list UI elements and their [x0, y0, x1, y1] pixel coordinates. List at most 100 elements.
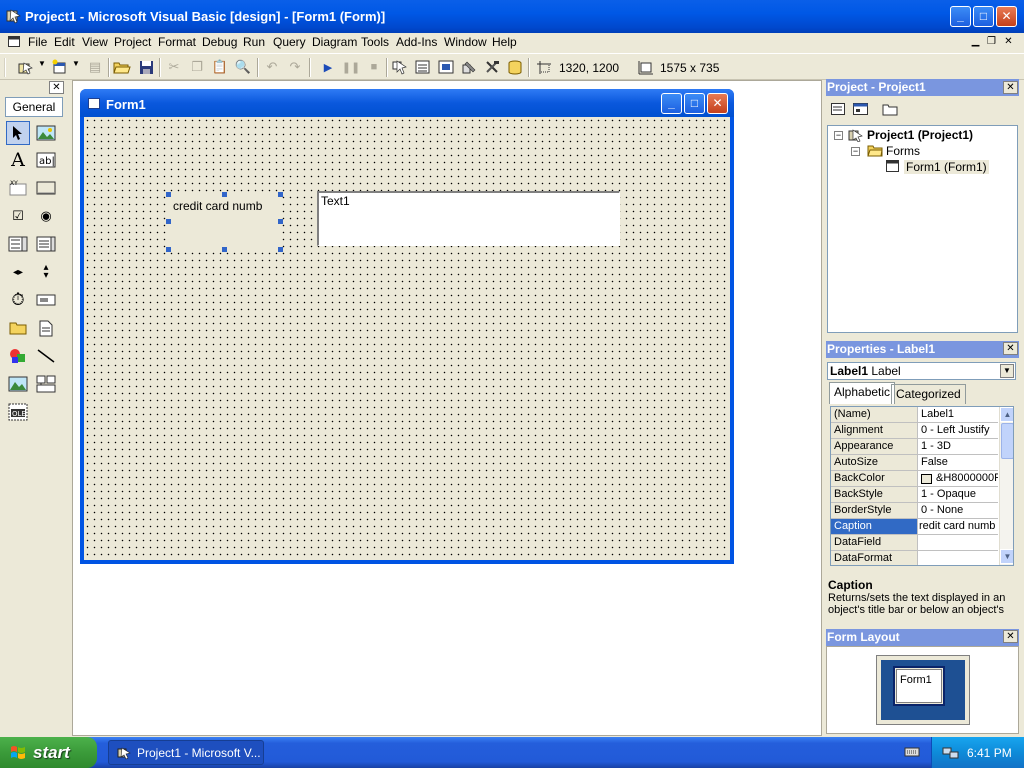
tree-item-form1[interactable]: Form1 (Form1)	[904, 160, 989, 174]
resize-handle[interactable]	[166, 219, 171, 224]
properties-panel-close-icon[interactable]: ✕	[1003, 342, 1018, 355]
add-project-icon[interactable]	[17, 58, 37, 76]
view-object-icon[interactable]	[850, 100, 870, 118]
resize-handle[interactable]	[166, 247, 171, 252]
property-row[interactable]: BorderStyle 0 - None	[831, 503, 998, 519]
resize-handle[interactable]	[278, 219, 283, 224]
form-title-bar[interactable]: Form1 _ □ ✕	[80, 89, 734, 117]
form-layout-icon[interactable]	[436, 58, 456, 76]
save-project-icon[interactable]	[136, 58, 156, 76]
timer-tool-icon[interactable]: ⏱	[6, 288, 30, 312]
toolbox-close-icon[interactable]: ✕	[49, 81, 64, 94]
resize-handle[interactable]	[222, 192, 227, 197]
redo-icon[interactable]: ↷	[285, 58, 305, 76]
form-layout-close-icon[interactable]: ✕	[1003, 630, 1018, 643]
break-icon[interactable]: ❚❚	[341, 58, 361, 76]
drivelistbox-tool-icon[interactable]	[34, 288, 58, 312]
resize-handle[interactable]	[278, 247, 283, 252]
property-row[interactable]: Alignment 0 - Left Justify	[831, 423, 998, 439]
property-row-selected[interactable]: Caption redit card numb	[831, 519, 998, 535]
shape-tool-icon[interactable]	[6, 344, 30, 368]
dropdown-arrow-icon[interactable]: ▼	[72, 59, 80, 68]
menu-edit[interactable]: Edit	[54, 35, 75, 49]
paste-icon[interactable]: 📋	[210, 58, 230, 76]
keyboard-icon[interactable]	[904, 745, 920, 759]
ole-tool-icon[interactable]: OLE	[6, 400, 30, 424]
view-code-icon[interactable]	[828, 100, 848, 118]
taskbar-item-vb[interactable]: Project1 - Microsoft V...	[108, 740, 264, 765]
data-view-icon[interactable]	[505, 58, 525, 76]
textbox-tool-icon[interactable]: ab|	[34, 148, 58, 172]
mdi-close-button[interactable]: ✕	[1001, 35, 1016, 49]
copy-icon[interactable]: ❐	[187, 58, 207, 76]
tree-item-forms[interactable]: Forms	[886, 144, 920, 158]
add-form-icon[interactable]	[50, 58, 70, 76]
network-icon[interactable]	[942, 745, 959, 760]
menu-project[interactable]: Project	[114, 35, 151, 49]
menu-editor-icon[interactable]: ▤	[85, 58, 105, 76]
property-row[interactable]: BackColor &H8000000F	[831, 471, 998, 487]
property-row[interactable]: Appearance 1 - 3D	[831, 439, 998, 455]
project-explorer-icon[interactable]	[390, 58, 410, 76]
toolbox-icon[interactable]	[482, 58, 502, 76]
dirlistbox-tool-icon[interactable]	[6, 316, 30, 340]
start-icon[interactable]: ▶	[318, 58, 338, 76]
line-tool-icon[interactable]	[34, 344, 58, 368]
mdi-restore-button[interactable]: ❐	[984, 35, 999, 49]
chevron-down-icon[interactable]: ▼	[1000, 364, 1014, 378]
object-browser-icon[interactable]	[459, 58, 479, 76]
hscrollbar-tool-icon[interactable]: ◂▸	[6, 260, 30, 284]
minimize-button[interactable]: _	[950, 6, 971, 27]
frame-tool-icon[interactable]: XY	[6, 176, 30, 200]
menu-help[interactable]: Help	[492, 35, 517, 49]
properties-window-icon[interactable]	[413, 58, 433, 76]
end-icon[interactable]: ■	[364, 58, 384, 76]
form-maximize-button[interactable]: □	[684, 93, 705, 114]
menu-debug[interactable]: Debug	[202, 35, 237, 49]
tab-alphabetic[interactable]: Alphabetic	[829, 382, 896, 404]
data-tool-icon[interactable]	[34, 372, 58, 396]
property-row[interactable]: AutoSize False	[831, 455, 998, 471]
undo-icon[interactable]: ↶	[262, 58, 282, 76]
commandbutton-tool-icon[interactable]	[34, 176, 58, 200]
label-tool-icon[interactable]: A	[6, 148, 30, 172]
picturebox-tool-icon[interactable]	[34, 121, 58, 145]
menu-file[interactable]: File	[28, 35, 47, 49]
property-row[interactable]: BackStyle 1 - Opaque	[831, 487, 998, 503]
toolbox-general-tab[interactable]: General	[5, 97, 63, 117]
cut-icon[interactable]: ✂	[164, 58, 184, 76]
form-canvas[interactable]: credit card numb Text1	[84, 117, 730, 560]
menu-window[interactable]: Window	[444, 35, 487, 49]
property-row[interactable]: (Name) Label1	[831, 407, 998, 423]
menu-format[interactable]: Format	[158, 35, 196, 49]
textbox-control[interactable]: Text1	[317, 191, 620, 246]
menu-run[interactable]: Run	[243, 35, 265, 49]
scroll-thumb[interactable]	[1001, 423, 1013, 459]
scroll-up-icon[interactable]: ▲	[1000, 407, 1013, 422]
combobox-tool-icon[interactable]	[6, 232, 30, 256]
form-close-button[interactable]: ✕	[707, 93, 728, 114]
checkbox-tool-icon[interactable]: ☑	[6, 204, 30, 228]
menu-add-ins[interactable]: Add-Ins	[396, 35, 437, 49]
maximize-button[interactable]: □	[973, 6, 994, 27]
menu-diagram[interactable]: Diagram	[312, 35, 357, 49]
menu-tools[interactable]: Tools	[361, 35, 389, 49]
label-control[interactable]: credit card numb	[168, 194, 281, 249]
object-selector[interactable]: Label1 Label ▼	[827, 362, 1016, 380]
resize-handle[interactable]	[222, 247, 227, 252]
filelistbox-tool-icon[interactable]	[34, 316, 58, 340]
tab-categorized[interactable]: Categorized	[891, 384, 966, 404]
property-row[interactable]: DataFormat	[831, 551, 998, 565]
toggle-folders-icon[interactable]	[880, 100, 900, 118]
tree-item-project[interactable]: Project1 (Project1)	[867, 128, 973, 142]
property-row[interactable]: DataField	[831, 535, 998, 551]
pointer-tool-icon[interactable]	[6, 121, 30, 145]
form-layout-preview[interactable]: Form1	[893, 666, 945, 706]
find-icon[interactable]: 🔍	[233, 58, 253, 76]
close-button[interactable]: ✕	[996, 6, 1017, 27]
collapse-icon[interactable]: −	[834, 131, 843, 140]
vscrollbar-tool-icon[interactable]: ▴ ▾	[34, 260, 58, 284]
collapse-icon[interactable]: −	[851, 147, 860, 156]
menu-view[interactable]: View	[82, 35, 108, 49]
form-doc-icon[interactable]	[8, 36, 21, 48]
